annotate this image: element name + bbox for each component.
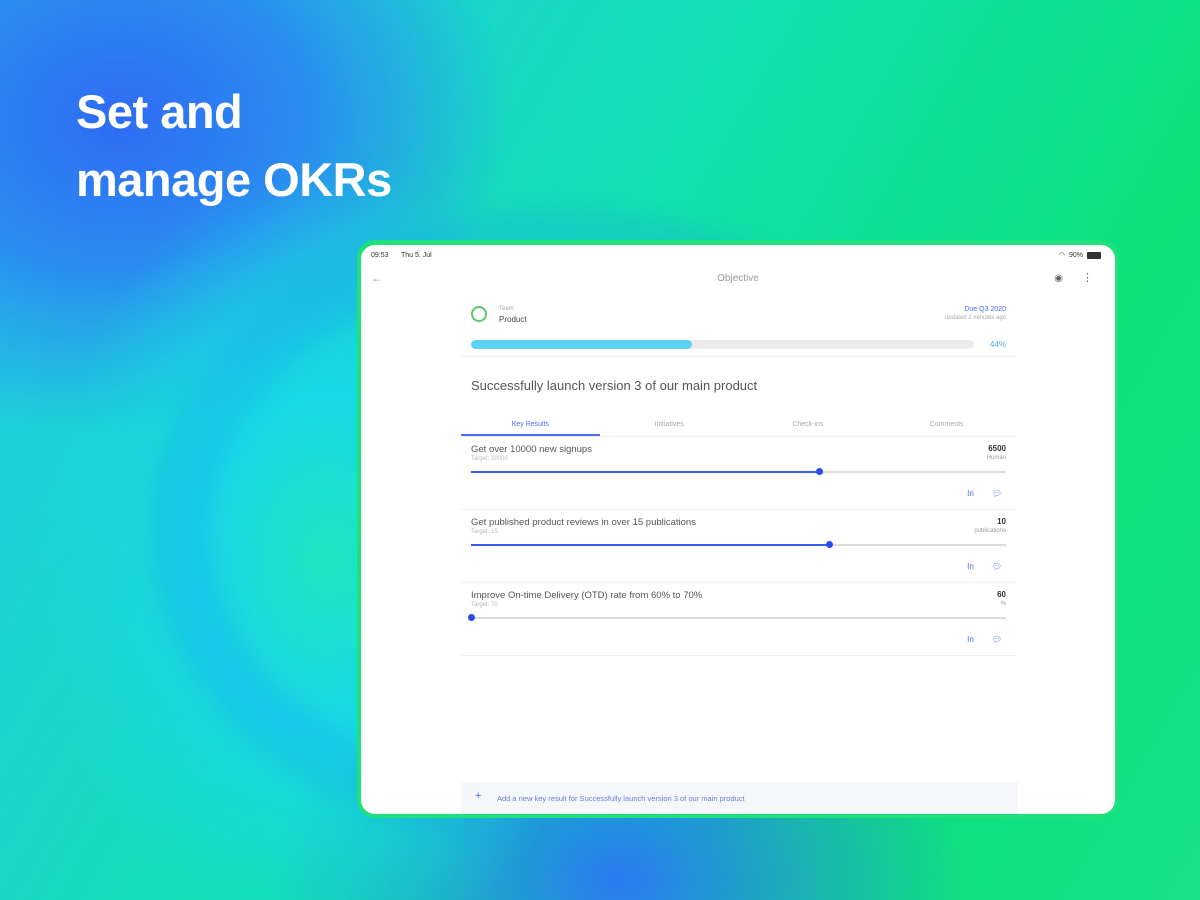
plus-icon: + [475,790,482,802]
battery-icon [1087,251,1101,259]
status-date: Thu 5. Jul [401,252,432,259]
slider-thumb[interactable] [815,468,823,475]
key-result-unit: Human [986,455,1006,461]
slider-thumb[interactable] [826,541,834,548]
comment-icon[interactable]: 💬︎ [992,562,1002,571]
slider-fill [471,544,830,546]
key-result-value: 60 [997,590,1006,599]
key-result-unit: publications [974,528,1006,534]
tab-comments[interactable]: Comments [877,414,1016,436]
eye-icon[interactable]: ◉ [1054,273,1063,284]
add-key-result-button[interactable]: + Add a new key result for Successfully … [461,782,1018,814]
tab-check-ins[interactable]: Check-ins [739,414,878,436]
tab-bar: Key Results Initiatives Check-ins Commen… [461,414,1016,437]
checkin-icon[interactable]: In [967,635,974,644]
headline: Set and manage OKRs [76,78,392,214]
wifi-icon: ◠ [1058,252,1065,259]
page-title: Objective [717,273,759,284]
headline-line-1: Set and [76,85,243,138]
updated-time: updated 2 minutes ago [944,315,1006,321]
objective-progress: 44% [461,330,1016,356]
key-result-slider[interactable] [471,468,1006,475]
key-result-unit: % [1000,601,1006,607]
comment-icon[interactable]: 💬︎ [992,635,1002,644]
key-result-row[interactable]: Improve On-time Delivery (OTD) rate from… [461,583,1016,656]
due-date[interactable]: Due Q3 2020 [964,306,1006,313]
tablet-screen: 09:53 Thu 5. Jul ◠ 90% ← Objective ◉ ⋮ T… [361,245,1115,814]
team-label: Team [499,306,514,312]
key-result-actions: In 💬︎ [967,489,1002,498]
key-result-target: Target: 70 [471,602,498,608]
key-result-target: Target: 10000 [471,456,508,462]
key-result-row[interactable]: Get published product reviews in over 15… [461,510,1016,583]
battery-percent: 90% [1068,251,1083,259]
key-result-slider[interactable] [468,614,1006,621]
tablet-frame: 09:53 Thu 5. Jul ◠ 90% ← Objective ◉ ⋮ T… [357,240,1119,818]
status-right: ◠ 90% [1059,251,1101,259]
comment-icon[interactable]: 💬︎ [992,489,1002,498]
progress-bar-fill [471,340,693,349]
key-result-title: Get published product reviews in over 15… [471,517,696,528]
key-result-value: 10 [997,517,1006,526]
key-result-actions: In 💬︎ [967,635,1002,644]
status-bar: 09:53 Thu 5. Jul ◠ 90% [361,245,1115,263]
key-result-value: 6500 [988,444,1006,453]
key-result-actions: In 💬︎ [967,562,1002,571]
team-name[interactable]: Product [499,315,527,324]
progress-percent: 44% [989,340,1006,349]
progress-bar [471,340,974,349]
key-result-slider[interactable] [471,541,1006,548]
checkin-icon[interactable]: In [967,489,974,498]
key-result-title: Improve On-time Delivery (OTD) rate from… [471,590,703,601]
objective-title: Successfully launch version 3 of our mai… [471,378,758,393]
tab-initiatives[interactable]: Initiatives [600,414,739,436]
key-result-target: Target: 15 [471,529,498,535]
key-result-title: Get over 10000 new signups [471,444,592,455]
slider-fill [471,471,819,473]
slider-thumb[interactable] [468,614,475,621]
tab-key-results[interactable]: Key Results [461,414,600,436]
nav-bar: ← Objective ◉ ⋮ [361,267,1115,289]
more-vertical-icon[interactable]: ⋮ [1082,271,1093,284]
team-icon [471,306,487,322]
objective-header: Team Product Due Q3 2020 updated 2 minut… [461,300,1016,330]
checkin-icon[interactable]: In [967,562,974,571]
headline-line-2: manage OKRs [76,153,392,206]
key-result-row[interactable]: Get over 10000 new signups Target: 10000… [461,437,1016,510]
status-time: 09:53 [371,252,389,259]
objective-content: Team Product Due Q3 2020 updated 2 minut… [461,300,1016,656]
add-key-result-label: Add a new key result for Successfully la… [497,794,745,803]
